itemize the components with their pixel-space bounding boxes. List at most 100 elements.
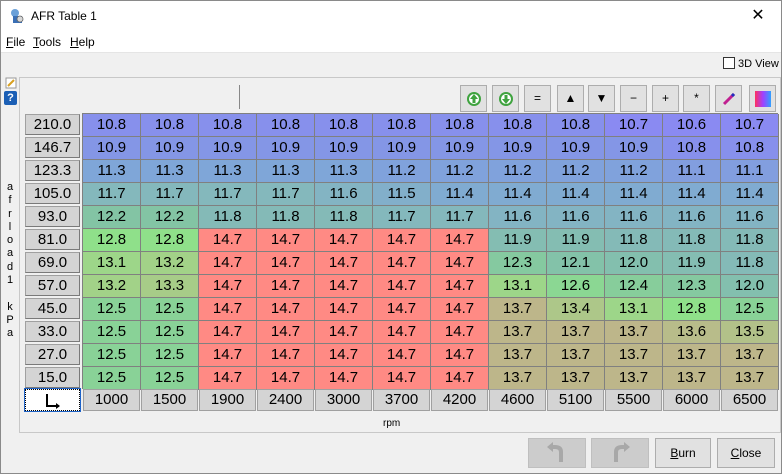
table-cell[interactable]: 14.7 <box>315 344 373 367</box>
y-axis-value[interactable]: 45.0 <box>25 298 80 319</box>
table-cell[interactable]: 10.9 <box>605 137 663 160</box>
table-cell[interactable]: 12.0 <box>721 275 779 298</box>
table-cell[interactable]: 12.5 <box>83 298 141 321</box>
table-cell[interactable]: 13.1 <box>489 275 547 298</box>
table-cell[interactable]: 12.5 <box>83 321 141 344</box>
table-cell[interactable]: 10.7 <box>721 114 779 137</box>
table-cell[interactable]: 14.7 <box>257 275 315 298</box>
table-cell[interactable]: 13.4 <box>547 298 605 321</box>
table-cell[interactable]: 11.4 <box>605 183 663 206</box>
table-cell[interactable]: 12.5 <box>721 298 779 321</box>
table-cell[interactable]: 12.0 <box>605 252 663 275</box>
x-axis-value[interactable]: 5500 <box>605 389 662 411</box>
table-cell[interactable]: 14.7 <box>257 298 315 321</box>
interpolate-pen-icon[interactable] <box>715 85 742 112</box>
table-cell[interactable]: 12.5 <box>83 344 141 367</box>
table-cell[interactable]: 10.8 <box>373 114 431 137</box>
table-cell[interactable]: 11.8 <box>721 252 779 275</box>
table-cell[interactable]: 13.7 <box>663 344 721 367</box>
table-cell[interactable]: 13.6 <box>663 321 721 344</box>
table-cell[interactable]: 14.7 <box>431 298 489 321</box>
table-cell[interactable]: 11.8 <box>257 206 315 229</box>
table-cell[interactable]: 11.2 <box>431 160 489 183</box>
table-cell[interactable]: 10.8 <box>663 137 721 160</box>
corner-selector-icon[interactable] <box>24 388 81 412</box>
table-cell[interactable]: 14.7 <box>431 275 489 298</box>
table-cell[interactable]: 14.7 <box>257 321 315 344</box>
table-cell[interactable]: 10.8 <box>547 114 605 137</box>
table-cell[interactable]: 10.8 <box>141 114 199 137</box>
table-cell[interactable]: 11.3 <box>199 160 257 183</box>
table-cell[interactable]: 11.9 <box>547 229 605 252</box>
table-cell[interactable]: 11.7 <box>373 206 431 229</box>
table-cell[interactable]: 11.4 <box>547 183 605 206</box>
table-cell[interactable]: 11.3 <box>83 160 141 183</box>
table-cell[interactable]: 13.1 <box>83 252 141 275</box>
decrement-green-icon[interactable] <box>492 85 519 112</box>
y-axis-value[interactable]: 123.3 <box>25 160 80 181</box>
table-cell[interactable]: 13.7 <box>547 367 605 390</box>
table-cell[interactable]: 10.8 <box>199 114 257 137</box>
table-cell[interactable]: 11.6 <box>547 206 605 229</box>
table-cell[interactable]: 13.7 <box>547 344 605 367</box>
help-icon[interactable]: ? <box>4 91 17 105</box>
table-cell[interactable]: 14.7 <box>199 321 257 344</box>
table-cell[interactable]: 13.2 <box>141 252 199 275</box>
subtract-button[interactable]: − <box>620 85 647 112</box>
table-cell[interactable]: 12.1 <box>547 252 605 275</box>
table-cell[interactable]: 11.8 <box>315 206 373 229</box>
table-cell[interactable]: 11.6 <box>721 206 779 229</box>
close-window-button[interactable]: ✕ <box>735 1 781 31</box>
table-cell[interactable]: 13.7 <box>489 367 547 390</box>
close-button[interactable]: Close <box>717 438 775 468</box>
table-cell[interactable]: 11.7 <box>431 206 489 229</box>
table-cell[interactable]: 12.5 <box>141 321 199 344</box>
table-cell[interactable]: 10.9 <box>315 137 373 160</box>
menu-file[interactable]: File <box>6 35 25 49</box>
table-cell[interactable]: 14.7 <box>373 275 431 298</box>
table-cell[interactable]: 14.7 <box>431 252 489 275</box>
table-cell[interactable]: 11.4 <box>431 183 489 206</box>
table-cell[interactable]: 11.5 <box>373 183 431 206</box>
table-cell[interactable]: 14.7 <box>257 367 315 390</box>
table-cell[interactable]: 10.8 <box>431 114 489 137</box>
redo-button[interactable] <box>591 438 649 468</box>
edit-notes-icon[interactable] <box>5 77 17 89</box>
y-axis-value[interactable]: 27.0 <box>25 344 80 365</box>
table-cell[interactable]: 10.9 <box>141 137 199 160</box>
x-axis-value[interactable]: 1000 <box>83 389 140 411</box>
table-cell[interactable]: 10.6 <box>663 114 721 137</box>
table-cell[interactable]: 13.1 <box>605 298 663 321</box>
table-cell[interactable]: 13.7 <box>663 367 721 390</box>
view-3d-checkbox[interactable]: 3D View <box>723 57 779 70</box>
multiply-button[interactable]: * <box>683 85 710 112</box>
table-cell[interactable]: 10.9 <box>373 137 431 160</box>
x-axis-value[interactable]: 6500 <box>721 389 778 411</box>
x-axis-value[interactable]: 2400 <box>257 389 314 411</box>
table-cell[interactable]: 11.6 <box>489 206 547 229</box>
table-cell[interactable]: 12.8 <box>141 229 199 252</box>
table-cell[interactable]: 14.7 <box>199 275 257 298</box>
table-cell[interactable]: 10.7 <box>605 114 663 137</box>
table-cell[interactable]: 14.7 <box>431 367 489 390</box>
table-cell[interactable]: 10.8 <box>721 137 779 160</box>
table-cell[interactable]: 14.7 <box>199 252 257 275</box>
table-cell[interactable]: 11.8 <box>605 229 663 252</box>
table-cell[interactable]: 10.8 <box>257 114 315 137</box>
table-cell[interactable]: 11.4 <box>489 183 547 206</box>
checkbox-box[interactable] <box>723 57 735 69</box>
table-cell[interactable]: 11.9 <box>489 229 547 252</box>
table-cell[interactable]: 13.7 <box>489 344 547 367</box>
y-axis-value[interactable]: 93.0 <box>25 206 80 227</box>
table-cell[interactable]: 14.7 <box>315 321 373 344</box>
table-cell[interactable]: 11.3 <box>141 160 199 183</box>
table-cell[interactable]: 13.7 <box>489 298 547 321</box>
table-cell[interactable]: 14.7 <box>315 367 373 390</box>
table-cell[interactable]: 12.6 <box>547 275 605 298</box>
table-cell[interactable]: 12.5 <box>83 367 141 390</box>
table-cell[interactable]: 12.8 <box>83 229 141 252</box>
table-cell[interactable]: 13.7 <box>489 321 547 344</box>
table-cell[interactable]: 11.2 <box>373 160 431 183</box>
table-cell[interactable]: 13.5 <box>721 321 779 344</box>
table-cell[interactable]: 14.7 <box>257 344 315 367</box>
